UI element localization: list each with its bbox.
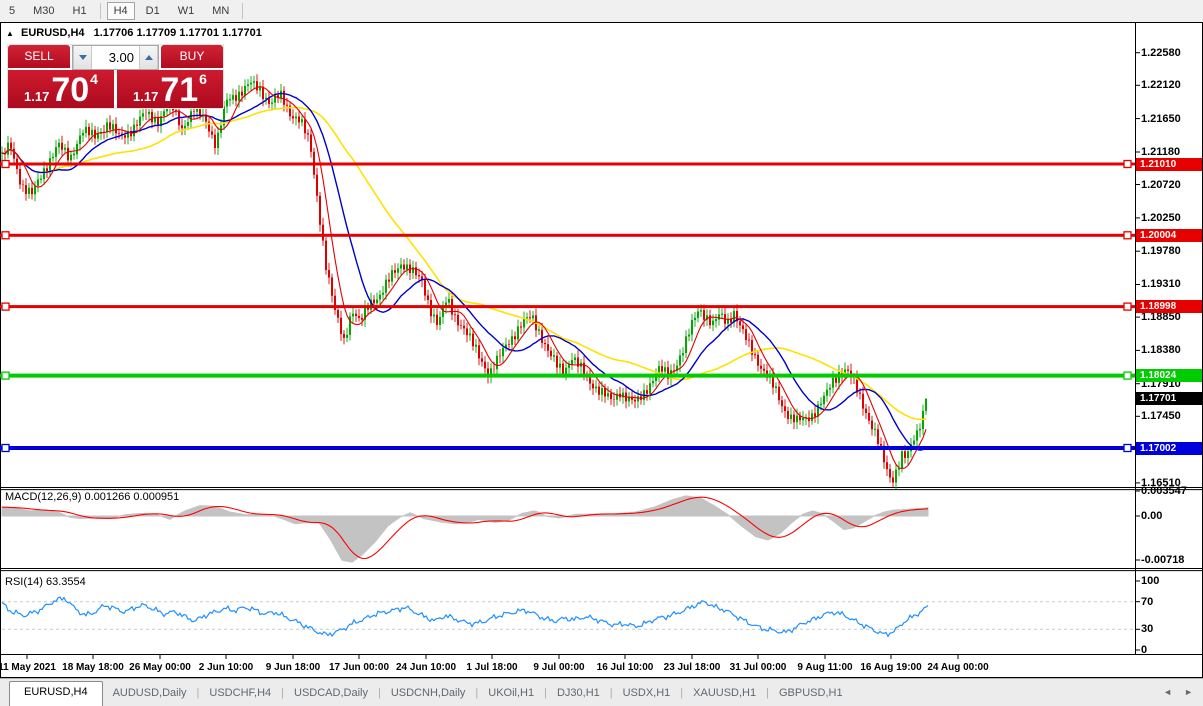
- timeframe-button-5[interactable]: 5: [2, 2, 22, 20]
- chart-tab-usdchf[interactable]: USDCHF,H4: [199, 683, 281, 706]
- buy-button[interactable]: BUY: [161, 45, 223, 70]
- horizontal-line-1.21010[interactable]: [0, 161, 1135, 168]
- chart-tab-gbpusd[interactable]: GBPUSD,H1: [769, 683, 853, 706]
- timeframe-toolbar: 5M30 H1 H4D1W1MN: [0, 0, 1203, 22]
- time-axis-label: 26 May 00:00: [129, 662, 191, 673]
- line-price-label: 1.20004: [1136, 229, 1202, 242]
- price-axis-tick: 1.20720: [1141, 179, 1181, 191]
- tabs-scroll-left-icon[interactable]: ◄: [1163, 687, 1172, 697]
- chart-tab-usdcnh[interactable]: USDCNH,Daily: [381, 683, 476, 706]
- sell-price-display[interactable]: 1.17704: [8, 70, 114, 108]
- line-price-label: 1.18998: [1136, 300, 1202, 313]
- sell-button[interactable]: SELL: [8, 45, 70, 70]
- chart-tab-eurusd[interactable]: EURUSD,H4: [9, 681, 103, 706]
- price-axis-tick: 1.22120: [1141, 79, 1181, 91]
- macd-axis-tick: -0.00718: [1141, 554, 1184, 566]
- ma-slow-line: [2, 108, 926, 420]
- chart-tab-ukoil[interactable]: UKOil,H1: [478, 683, 544, 706]
- toolbar-separator: [100, 3, 101, 19]
- chart-tab-bar: EURUSD,H4AUDUSD,Daily|USDCHF,H4|USDCAD,D…: [0, 678, 1203, 706]
- time-axis-label: 18 May 18:00: [62, 662, 124, 673]
- macd-axis-tick: 0.003547: [1141, 485, 1187, 497]
- time-axis-label: 9 Jun 18:00: [266, 662, 320, 673]
- volume-input[interactable]: [92, 46, 139, 69]
- sell-price-big: 70: [51, 77, 89, 104]
- horizontal-line-1.18998[interactable]: [0, 303, 1135, 310]
- current-price-label: 1.17701: [1136, 392, 1202, 405]
- macd-signal-line: [2, 497, 928, 558]
- price-axis-tick: 1.22580: [1141, 47, 1181, 59]
- macd-indicator-label: MACD(12,26,9) 0.001266 0.000951: [5, 491, 179, 503]
- buy-price-sup: 6: [199, 71, 207, 87]
- time-axis-label: 16 Aug 19:00: [860, 662, 921, 673]
- timeframe-button-h4[interactable]: H4: [107, 2, 135, 20]
- rsi-line: [2, 597, 928, 636]
- buy-price-display[interactable]: 1.17716: [117, 70, 223, 108]
- time-axis-label: 9 Jul 00:00: [533, 662, 584, 673]
- buy-price-prefix: 1.17: [133, 90, 158, 104]
- horizontal-line-1.17002[interactable]: [0, 445, 1135, 452]
- chart-tab-usdx[interactable]: USDX,H1: [613, 683, 681, 706]
- price-axis-tick: 1.17450: [1141, 410, 1181, 422]
- arrow-down-icon: [79, 55, 87, 60]
- chart-tab-audusd[interactable]: AUDUSD,Daily: [103, 683, 197, 706]
- time-axis-label: 9 Aug 11:00: [797, 662, 852, 673]
- line-price-label: 1.21010: [1136, 158, 1202, 171]
- candles-layer: [2, 74, 926, 489]
- sell-price-sup: 4: [90, 71, 98, 87]
- buy-price-big: 71: [160, 77, 198, 104]
- time-axis-label: 11 May 2021: [0, 662, 56, 673]
- chart-tab-dj30[interactable]: DJ30,H1: [547, 683, 610, 706]
- time-axis-label: 24 Aug 00:00: [927, 662, 988, 673]
- time-axis-label: 1 Jul 18:00: [466, 662, 517, 673]
- line-price-label: 1.18024: [1136, 369, 1202, 382]
- sell-price-prefix: 1.17: [24, 90, 49, 104]
- time-axis-label: 23 Jul 18:00: [664, 662, 721, 673]
- line-price-label: 1.17002: [1136, 442, 1202, 455]
- chart-header: ▲ EURUSD,H4 1.17706 1.17709 1.17701 1.17…: [6, 27, 262, 39]
- time-axis-label: 2 Jun 10:00: [199, 662, 253, 673]
- price-axis-tick: 1.19780: [1141, 245, 1181, 257]
- arrow-up-icon: [145, 55, 153, 60]
- timeframe-button-d1[interactable]: D1: [139, 2, 167, 20]
- horizontal-line-1.20004[interactable]: [0, 232, 1135, 239]
- chart-ohlc-values: 1.17706 1.17709 1.17701 1.17701: [94, 27, 262, 39]
- volume-spinner: [72, 45, 159, 70]
- toolbar-separator: [242, 3, 243, 19]
- rsi-axis-tick: 100: [1141, 575, 1159, 587]
- tabs-scroll-right-icon[interactable]: ►: [1184, 687, 1193, 697]
- rsi-axis-tick: 0: [1141, 644, 1147, 656]
- collapse-chart-icon[interactable]: ▲: [6, 29, 14, 38]
- timeframe-button-m30[interactable]: M30: [26, 2, 61, 20]
- chart-tab-xauusd[interactable]: XAUUSD,H1: [683, 683, 766, 706]
- macd-axis-tick: 0.00: [1141, 510, 1162, 522]
- time-axis-label: 24 Jun 10:00: [396, 662, 456, 673]
- timeframe-button-h1[interactable]: H1: [66, 2, 94, 20]
- chart-tab-usdcad[interactable]: USDCAD,Daily: [284, 683, 378, 706]
- chart-symbol-title: EURUSD,H4: [21, 27, 85, 39]
- price-axis-tick: 1.18380: [1141, 344, 1181, 356]
- price-axis-tick: 1.21180: [1141, 146, 1180, 158]
- mt4-terminal: 5M30H1H4D1W1MN ▲ EURUSD,H4 1.17706 1.177…: [0, 0, 1203, 706]
- price-axis-tick: 1.21650: [1141, 113, 1181, 125]
- horizontal-line-1.18024[interactable]: [0, 372, 1135, 379]
- timeframe-button-mn[interactable]: MN: [205, 2, 236, 20]
- time-axis-label: 16 Jul 10:00: [597, 662, 654, 673]
- price-axis-tick: 1.20250: [1141, 212, 1181, 224]
- rsi-axis-tick: 30: [1141, 623, 1153, 635]
- time-axis-label: 17 Jun 00:00: [329, 662, 389, 673]
- one-click-trading-panel: SELL BUY 1.17704 1.17716: [8, 45, 223, 108]
- rsi-indicator-label: RSI(14) 63.3554: [5, 576, 86, 588]
- volume-decrease-button[interactable]: [73, 46, 92, 69]
- rsi-axis-tick: 70: [1141, 596, 1153, 608]
- volume-increase-button[interactable]: [139, 46, 158, 69]
- macd-histogram: [2, 496, 928, 562]
- timeframe-button-w1[interactable]: W1: [171, 2, 202, 20]
- price-axis-tick: 1.19310: [1141, 278, 1181, 290]
- time-axis-label: 31 Jul 00:00: [730, 662, 787, 673]
